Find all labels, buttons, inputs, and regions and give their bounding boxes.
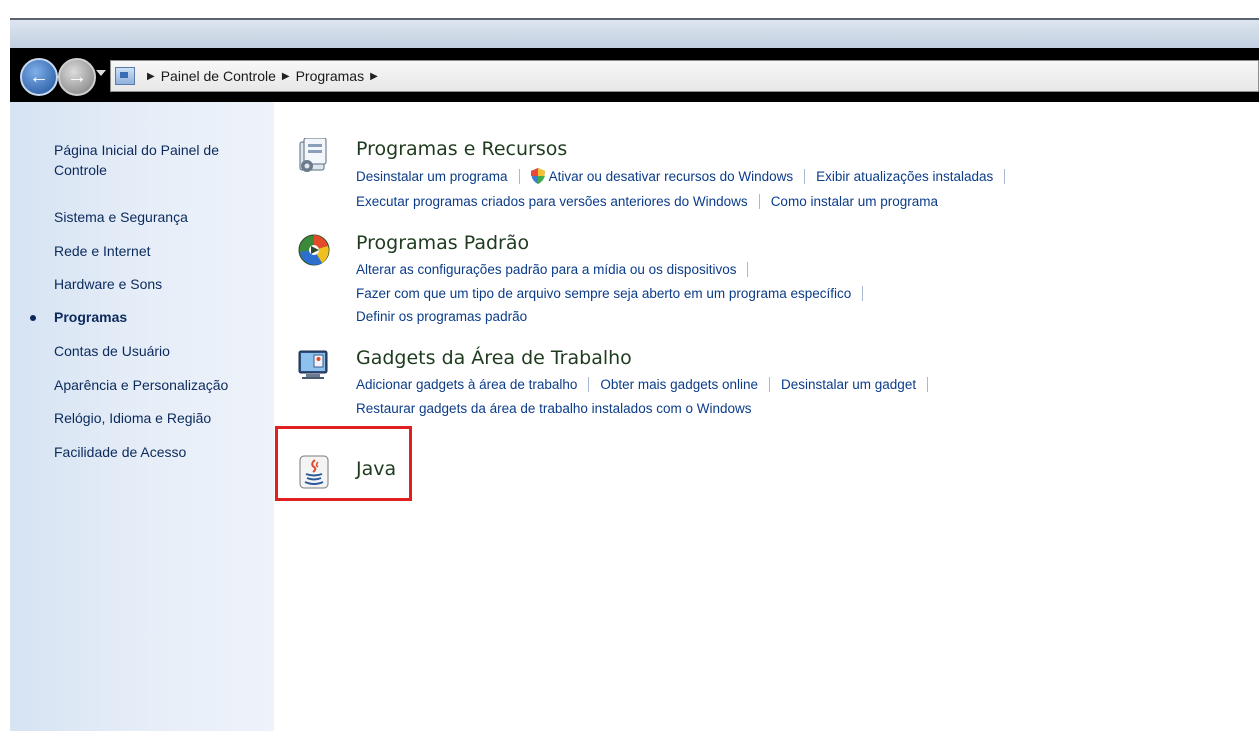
file-association-link[interactable]: Fazer com que um tipo de arquivo sempre … — [356, 286, 851, 301]
sidebar-item-system-security[interactable]: Sistema e Segurança — [54, 207, 254, 227]
separator — [1004, 168, 1006, 184]
links-row: Executar programas criados para versões … — [356, 194, 938, 209]
forward-arrow-icon: → — [67, 65, 87, 88]
chevron-right-icon[interactable]: ▶ — [147, 71, 155, 82]
control-panel-window: ← → ▶ Painel de Controle ▶ Programas ▶ P… — [10, 18, 1259, 731]
links-row: Definir os programas padrão — [356, 309, 527, 324]
links-row: Restaurar gadgets da área de trabalho in… — [356, 401, 751, 416]
separator — [588, 377, 590, 392]
separator — [927, 377, 929, 392]
chevron-right-icon[interactable]: ▶ — [282, 71, 290, 82]
separator — [769, 377, 770, 392]
sidebar-item-control-panel-home[interactable]: Página Inicial do Painel de Controle — [54, 140, 254, 180]
breadcrumb-programs[interactable]: Programas — [296, 68, 364, 84]
restore-gadgets-link[interactable]: Restaurar gadgets da área de trabalho in… — [356, 401, 751, 416]
sidebar-item-appearance[interactable]: Aparência e Personalização — [54, 375, 254, 395]
get-more-gadgets-link[interactable]: Obter mais gadgets online — [600, 377, 758, 392]
links-row: Alterar as configurações padrão para a m… — [356, 262, 759, 277]
back-arrow-icon: ← — [29, 65, 49, 88]
breadcrumb-control-panel[interactable]: Painel de Controle — [161, 68, 276, 84]
uac-shield-icon — [530, 168, 545, 184]
installed-updates-link[interactable]: Exibir atualizações instaladas — [816, 169, 993, 184]
sidebar-item-network-internet[interactable]: Rede e Internet — [54, 241, 254, 261]
desktop-gadgets-icon[interactable] — [298, 347, 330, 383]
separator — [804, 168, 806, 184]
windows-features-link[interactable]: Ativar ou desativar recursos do Windows — [549, 169, 794, 184]
how-to-install-link[interactable]: Como instalar um programa — [771, 194, 938, 209]
forward-button[interactable]: → — [58, 58, 96, 96]
section-title-programs-features[interactable]: Programas e Recursos — [356, 138, 567, 160]
section-title-desktop-gadgets[interactable]: Gadgets da Área de Trabalho — [356, 347, 632, 369]
compatibility-link[interactable]: Executar programas criados para versões … — [356, 194, 748, 209]
sidebar-item-clock-language-region[interactable]: Relógio, Idioma e Região — [54, 408, 254, 428]
sidebar-item-ease-of-access[interactable]: Facilidade de Acesso — [54, 442, 254, 462]
separator — [758, 194, 760, 209]
breadcrumb[interactable]: ▶ Painel de Controle ▶ Programas ▶ — [110, 60, 1259, 92]
sidebar-item-user-accounts[interactable]: Contas de Usuário — [54, 341, 254, 361]
uninstall-program-link[interactable]: Desinstalar um programa — [356, 169, 508, 184]
chevron-right-icon[interactable]: ▶ — [370, 71, 378, 82]
recent-pages-dropdown-icon[interactable] — [96, 70, 106, 76]
separator — [747, 262, 749, 277]
separator — [862, 286, 864, 301]
main-content: Programas e Recursos Desinstalar um prog… — [274, 102, 1259, 731]
section-title-default-programs[interactable]: Programas Padrão — [356, 232, 529, 254]
default-programs-icon[interactable] — [298, 232, 330, 268]
links-row: Adicionar gadgets à área de trabalho Obt… — [356, 377, 939, 392]
programs-features-icon[interactable] — [298, 138, 330, 174]
current-page-bullet-icon — [30, 315, 36, 321]
sidebar-item-hardware-sound[interactable]: Hardware e Sons — [54, 274, 254, 294]
links-row: Fazer com que um tipo de arquivo sempre … — [356, 286, 874, 301]
uninstall-gadget-link[interactable]: Desinstalar um gadget — [781, 377, 916, 392]
add-gadgets-link[interactable]: Adicionar gadgets à área de trabalho — [356, 377, 577, 392]
links-row: Desinstalar um programa Ativar ou desati… — [356, 168, 1016, 184]
title-bar — [10, 18, 1259, 48]
sidebar-item-programs: Programas — [54, 309, 128, 325]
control-panel-icon — [115, 67, 135, 85]
back-button[interactable]: ← — [20, 58, 58, 96]
set-default-programs-link[interactable]: Definir os programas padrão — [356, 309, 527, 324]
separator — [518, 168, 520, 184]
sidebar: Página Inicial do Painel de Controle Sis… — [10, 102, 274, 731]
java-highlight-box — [275, 426, 412, 501]
autoplay-settings-link[interactable]: Alterar as configurações padrão para a m… — [356, 262, 736, 277]
address-bar: ← → ▶ Painel de Controle ▶ Programas ▶ — [10, 48, 1259, 102]
